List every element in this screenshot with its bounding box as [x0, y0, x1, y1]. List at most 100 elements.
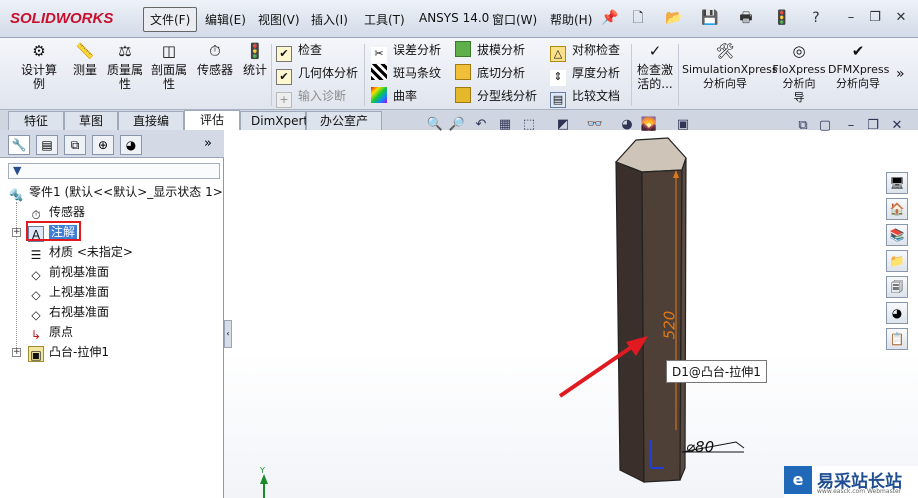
parting-line-analysis-button[interactable]: 分型线分析 [455, 86, 537, 106]
tree-item-boss-extrude[interactable]: ▣ 凸台-拉伸1 [28, 342, 109, 362]
check-button[interactable]: ✔ 检查 [276, 40, 322, 62]
appearances-icon[interactable]: ◕ [886, 302, 908, 324]
new-document-icon[interactable]: 🗋 [628, 8, 648, 28]
tree-item-front-plane[interactable]: ◇ 前视基准面 [28, 262, 109, 282]
curvature-icon [371, 87, 387, 103]
feature-filter[interactable]: ▼ [8, 163, 220, 179]
zebra-stripes-button[interactable]: 斑马条纹 [371, 63, 441, 83]
mass-properties-label: 质量属 性 [106, 63, 143, 91]
draft-analysis-button[interactable]: 拔模分析 [455, 40, 525, 60]
tab-features[interactable]: 特征 [8, 111, 64, 130]
menu-file[interactable]: 文件(F) [143, 7, 198, 32]
solidworks-resources-icon[interactable]: 🖥 [886, 172, 908, 194]
section-properties-button[interactable]: ◫ 剖面属 性 [148, 42, 190, 91]
display-manager-tab-icon[interactable]: ◕ [120, 135, 142, 155]
undercut-analysis-icon [455, 64, 471, 80]
feature-manager-panel: 🔧 ▤ ⧉ ⊕ ◕ » ▼ 🔩 零件1 (默认<<默认>_显示状态 1> ⏱ 传感器… [0, 130, 224, 498]
floxpress-label: FloXpress 分析向 导 [772, 63, 826, 104]
plane-icon: ◇ [31, 268, 41, 282]
dfmxpress-icon: ✔ [851, 42, 865, 60]
save-icon[interactable]: 💾 [700, 8, 720, 28]
menu-window[interactable]: 窗口(W) [492, 11, 537, 28]
dimxpert-manager-tab-icon[interactable]: ⊕ [92, 135, 114, 155]
design-library-icon[interactable]: 📚 [886, 224, 908, 246]
tab-evaluate[interactable]: 评估 [184, 110, 240, 131]
part-icon: 🔩 [8, 188, 24, 202]
close-icon[interactable]: ✕ [892, 9, 910, 27]
diameter-dimension-label[interactable]: ⌀80 [686, 438, 714, 456]
feature-manager-tab-icon[interactable]: 🔧 [8, 135, 30, 155]
sensor-button[interactable]: ⏱ 传感器 [194, 42, 236, 77]
prism-left-face [615, 161, 645, 483]
undercut-analysis-button[interactable]: 底切分析 [455, 63, 525, 83]
menu-ansys[interactable]: ANSYS 14.0 [419, 11, 489, 25]
dfmxpress-button[interactable]: ✔ DFMXpress 分析向导 [828, 42, 889, 91]
expand-annotations-icon[interactable]: + [12, 228, 21, 237]
menu-view[interactable]: 视图(V) [258, 11, 300, 28]
deviation-analysis-label: 误差分析 [393, 43, 442, 57]
panel-splitter-handle[interactable]: ‹ [224, 320, 232, 348]
height-dimension-label[interactable]: 520 [660, 311, 678, 340]
simulationxpress-button[interactable]: 🛠 SimulationXpress 分析向导 [682, 42, 778, 91]
symmetry-check-button[interactable]: △ 对称检查 [550, 40, 621, 62]
file-explorer-icon[interactable]: 📁 [886, 250, 908, 272]
floxpress-button[interactable]: ◎ FloXpress 分析向 导 [770, 42, 828, 105]
import-diagnostics-label: 输入诊断 [298, 89, 347, 103]
solidworks-logo[interactable]: SOLIDWORKS [0, 0, 134, 38]
property-manager-tab-icon[interactable]: ▤ [36, 135, 58, 155]
origin-axis-arrow [260, 474, 268, 484]
model-view[interactable] [224, 130, 918, 498]
dimension-tooltip: D1@凸台-拉伸1 [666, 360, 767, 383]
statistics-button[interactable]: 🚦 统计 [240, 42, 270, 77]
configuration-manager-tab-icon[interactable]: ⧉ [64, 135, 86, 155]
ribbon-more-icon[interactable]: » [896, 64, 905, 84]
help-icon[interactable]: ? [806, 8, 826, 28]
panel-tabs: 🔧 ▤ ⧉ ⊕ ◕ » [0, 130, 224, 158]
design-study-button[interactable]: ⚙ 设计算 例 [14, 42, 64, 91]
menu-help[interactable]: 帮助(H) [550, 11, 592, 28]
symmetry-check-label: 对称检查 [572, 43, 621, 57]
tree-item-material[interactable]: ☰ 材质 <未指定> [28, 242, 133, 262]
print-icon[interactable]: 🖶 [736, 8, 756, 28]
open-folder-icon[interactable]: 📂 [664, 8, 684, 28]
thickness-analysis-icon: ⇕ [550, 70, 566, 86]
curvature-button[interactable]: 曲率 [371, 86, 417, 106]
tab-office-products[interactable]: 办公室产品 [306, 111, 382, 146]
tab-direct-edit[interactable]: 直接编辑 [118, 111, 184, 146]
thickness-analysis-button[interactable]: ⇕ 厚度分析 [550, 63, 620, 86]
check-active-button[interactable]: ✓ 检查激 活的... [634, 42, 676, 91]
home-icon[interactable]: 🏠 [886, 198, 908, 220]
measure-button[interactable]: 📏 测量 [68, 42, 102, 77]
view-palette-icon[interactable]: 🗐 [886, 276, 908, 298]
tree-root-part[interactable]: 🔩 零件1 (默认<<默认>_显示状态 1> [8, 182, 223, 202]
pushpin-icon[interactable]: 📌 [600, 8, 620, 28]
filter-icon: ▼ [13, 164, 22, 177]
compare-documents-button[interactable]: ▤ 比较文档 [550, 86, 620, 108]
check-icon: ✔ [276, 46, 292, 62]
tree-item-top-plane[interactable]: ◇ 上视基准面 [28, 282, 109, 302]
geometry-analysis-button[interactable]: ✔ 几何体分析 [276, 63, 358, 85]
tree-root-label: 零件1 (默认<<默认>_显示状态 1> [29, 185, 223, 199]
tree-item-sensors[interactable]: ⏱ 传感器 [28, 202, 85, 222]
custom-properties-icon[interactable]: 📋 [886, 328, 908, 350]
deviation-analysis-button[interactable]: ✂ 误差分析 [371, 40, 442, 63]
panel-expand-icon[interactable]: » [204, 136, 212, 151]
menu-tools[interactable]: 工具(T) [364, 11, 405, 28]
mass-properties-button[interactable]: ⚖ 质量属 性 [104, 42, 146, 91]
section-properties-label: 剖面属 性 [150, 63, 187, 91]
expand-boss-extrude-icon[interactable]: + [12, 348, 21, 357]
tab-dimxpert[interactable]: DimXpert [240, 111, 308, 130]
minimize-icon[interactable]: – [842, 9, 860, 27]
watermark-subtitle: www.easck.com Webmaster [817, 488, 902, 495]
tab-sketch[interactable]: 草图 [64, 111, 118, 130]
menu-insert[interactable]: 插入(I) [311, 11, 348, 28]
check-active-label: 检查激 活的... [636, 63, 673, 91]
tree-item-right-plane[interactable]: ◇ 右视基准面 [28, 302, 109, 322]
menu-edit[interactable]: 编辑(E) [205, 11, 246, 28]
import-diagnostics-button[interactable]: + 输入诊断 [276, 86, 347, 108]
restore-icon[interactable]: ❐ [866, 9, 884, 27]
command-manager: ⚙ 设计算 例 📏 测量 ⚖ 质量属 性 ◫ 剖面属 性 ⏱ 传感器 🚦 统计 … [0, 38, 918, 110]
zebra-stripes-icon [371, 64, 387, 80]
tree-item-origin[interactable]: ↳ 原点 [28, 322, 73, 342]
rebuild-traffic-light-icon[interactable]: 🚦 [772, 8, 792, 28]
